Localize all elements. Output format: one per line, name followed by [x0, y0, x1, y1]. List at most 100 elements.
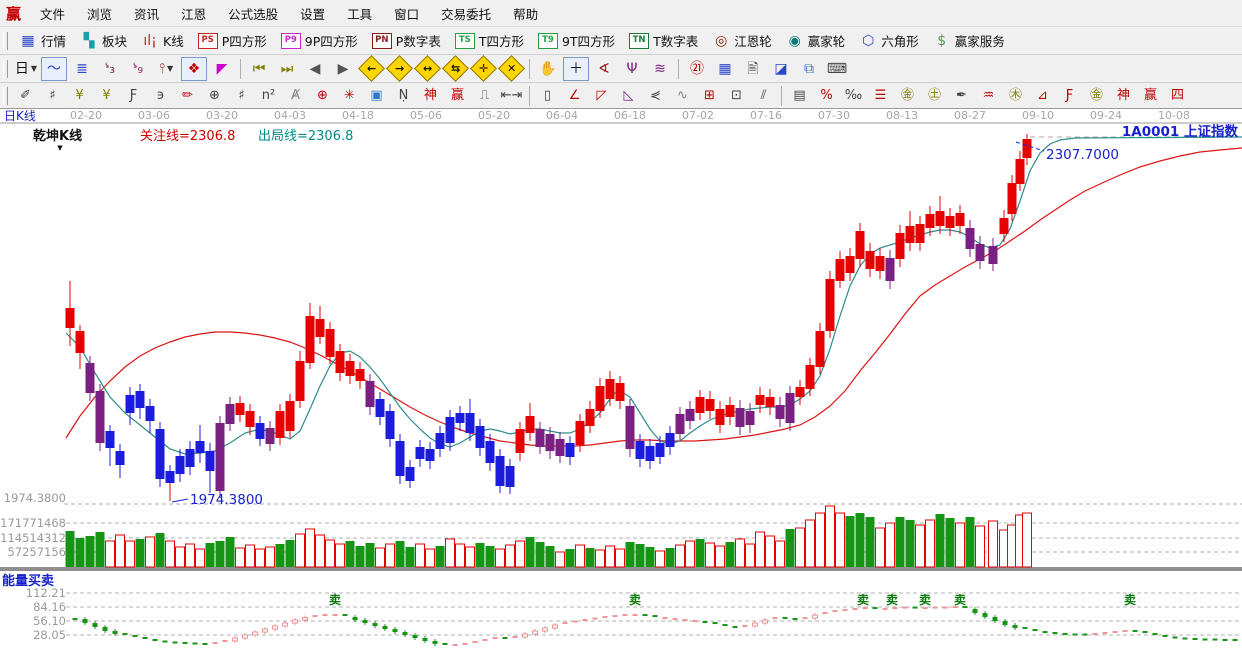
candle-body[interactable] [396, 441, 405, 476]
knife-tool-icon[interactable]: ✐ [13, 84, 38, 107]
candle-body[interactable] [526, 416, 535, 433]
candle-body[interactable] [556, 439, 565, 456]
candle-body[interactable] [276, 411, 285, 438]
volume-bar-up[interactable] [976, 526, 985, 567]
candle-body[interactable] [826, 279, 835, 331]
menu-item-设置[interactable]: 设置 [289, 4, 336, 23]
toolbar-button-p-table[interactable]: PNP数字表 [365, 27, 448, 54]
candle-body[interactable] [576, 421, 585, 445]
volume-bar-down[interactable] [76, 538, 85, 567]
candle-body[interactable] [596, 386, 605, 411]
candle-body[interactable] [286, 401, 295, 431]
candle-body[interactable] [736, 408, 745, 427]
volume-bar-down[interactable] [476, 543, 485, 567]
n-square-icon[interactable]: n² [256, 84, 281, 107]
volume-bar-up[interactable] [766, 536, 775, 567]
candle-body[interactable] [266, 428, 275, 444]
candle-body[interactable] [1008, 183, 1017, 214]
candle-body[interactable] [766, 397, 775, 407]
volume-bar-up[interactable] [416, 544, 425, 567]
toolbar-grip[interactable] [3, 32, 8, 50]
volume-bar-up[interactable] [426, 549, 435, 567]
candle-body[interactable] [416, 447, 425, 459]
diamond-hexpand-icon[interactable]: ↔ [414, 57, 440, 81]
volume-bar-up[interactable] [376, 548, 385, 567]
candle-body[interactable] [616, 383, 625, 401]
f-angle-icon[interactable]: Ƒ [1057, 84, 1082, 107]
volume-bar-up[interactable] [236, 548, 245, 567]
percent-lines-icon[interactable]: ☰ [868, 84, 893, 107]
hand-tool-icon[interactable]: ✋ [535, 57, 561, 81]
mirror-a-icon[interactable]: Ⱥ [283, 84, 308, 107]
candle-body[interactable] [66, 308, 75, 328]
menu-item-工具[interactable]: 工具 [336, 4, 383, 23]
volume-bar-down[interactable] [636, 544, 645, 567]
volume-bar-up[interactable] [516, 541, 525, 567]
candle-body[interactable] [136, 391, 145, 408]
menu-item-交易委托[interactable]: 交易委托 [430, 4, 502, 23]
j-angle-icon[interactable]: ⊿ [1030, 84, 1055, 107]
volume-bar-up[interactable] [256, 549, 265, 567]
clock-circle-icon[interactable]: ⊕ [202, 84, 227, 107]
candle-body[interactable] [486, 441, 495, 463]
candle-body[interactable] [816, 331, 825, 367]
volume-bar-down[interactable] [626, 542, 635, 567]
diamond-left-icon[interactable]: ← [358, 57, 384, 81]
toolbar-button-9p-square[interactable]: P99P四方形 [274, 27, 365, 54]
candle-body[interactable] [796, 387, 805, 397]
volume-bar-up[interactable] [746, 544, 755, 567]
candle-body[interactable] [989, 246, 998, 264]
volume-bar-up[interactable] [496, 549, 505, 567]
volume-bar-up[interactable] [556, 552, 565, 567]
wave-3-icon[interactable]: ᔉ₃ [97, 57, 123, 81]
starburst-icon[interactable]: ✳ [337, 84, 362, 107]
volume-bar-up[interactable] [316, 535, 325, 567]
volume-bar-down[interactable] [286, 540, 295, 567]
candle-body[interactable] [716, 409, 725, 425]
volume-bar-up[interactable] [806, 520, 815, 567]
toolbar-button-winner-wheel[interactable]: ◉赢家轮 [779, 27, 853, 54]
workstation-icon[interactable]: ⌨ [824, 57, 850, 81]
diamond-right-icon[interactable]: → [386, 57, 412, 81]
diamond-swap-icon[interactable]: ⇆ [442, 57, 468, 81]
toolbar-button-9t-square[interactable]: T99T四方形 [531, 27, 622, 54]
menu-item-浏览[interactable]: 浏览 [76, 4, 123, 23]
win-angle-icon[interactable]: 赢 [1138, 84, 1163, 107]
candle-body[interactable] [906, 226, 915, 243]
volume-bar-down[interactable] [546, 546, 555, 567]
volume-bar-up[interactable] [456, 544, 465, 567]
candle-body[interactable] [926, 214, 935, 228]
menu-item-公式选股[interactable]: 公式选股 [217, 4, 289, 23]
candle-body[interactable] [1000, 218, 1009, 234]
elbow-line-icon[interactable]: Ṇ [391, 84, 416, 107]
arc-channel-icon[interactable]: ♒ [976, 84, 1001, 107]
candle-body[interactable] [546, 434, 555, 451]
win-tool-icon[interactable]: 赢 [445, 84, 470, 107]
candle-body[interactable] [106, 431, 115, 448]
gold-circle-icon[interactable]: ㊎ [895, 84, 920, 107]
candle-body[interactable] [326, 329, 335, 357]
last-page-icon[interactable]: ⏭ [274, 57, 300, 81]
volume-bar-down[interactable] [86, 536, 95, 567]
candle-body[interactable] [496, 456, 505, 486]
volume-bar-up[interactable] [796, 528, 805, 567]
toolbar-grip[interactable] [3, 87, 8, 105]
volume-bar-up[interactable] [816, 513, 825, 567]
grid-comb-1-icon[interactable]: ♯ [40, 84, 65, 107]
candle-body[interactable] [586, 409, 595, 426]
volume-bar-down[interactable] [856, 513, 865, 567]
price-frame-icon[interactable]: ▯ [535, 84, 560, 107]
candle-body[interactable] [806, 365, 815, 389]
volume-bar-up[interactable] [826, 506, 835, 567]
volume-bar-down[interactable] [366, 543, 375, 567]
volume-bar-up[interactable] [736, 539, 745, 567]
volume-bar-up[interactable] [686, 541, 695, 567]
volume-bar-down[interactable] [346, 541, 355, 567]
candle-body[interactable] [456, 413, 465, 423]
volume-bar-up[interactable] [716, 546, 725, 567]
candle-body[interactable] [176, 456, 185, 474]
diamond-cross-icon[interactable]: ✛ [470, 57, 496, 81]
candle-body[interactable] [706, 399, 715, 411]
volume-bar-up[interactable] [989, 521, 998, 567]
toolbar-button-winner-service[interactable]: $赢家服务 [926, 27, 1012, 54]
